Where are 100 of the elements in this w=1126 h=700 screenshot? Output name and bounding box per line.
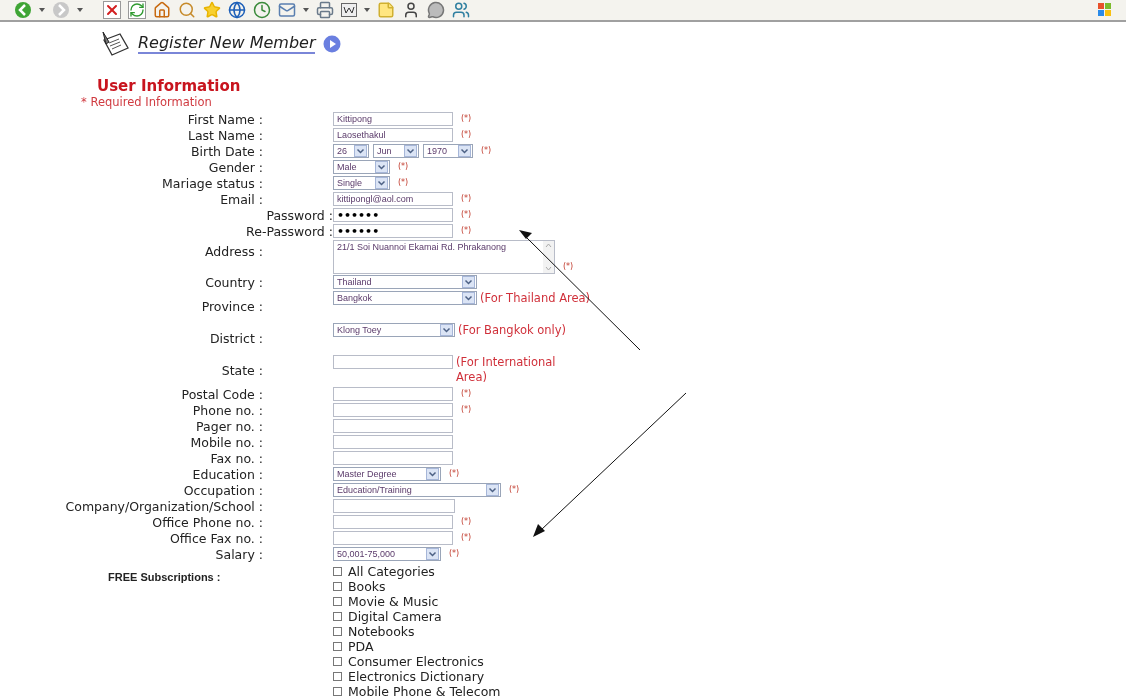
dropdown[interactable]: 1970 bbox=[423, 144, 473, 158]
dropdown-arrow-icon[interactable] bbox=[354, 145, 367, 157]
password-field[interactable]: •••••• bbox=[333, 224, 453, 238]
field-label: Occupation : bbox=[183, 483, 263, 498]
field-label: First Name : bbox=[187, 112, 263, 127]
subscription-option[interactable]: Mobile Phone & Telecom bbox=[333, 684, 501, 699]
windows-logo-icon bbox=[1098, 3, 1112, 17]
required-mark: (*) bbox=[509, 484, 520, 496]
subscription-option[interactable]: Electronics Dictionary bbox=[333, 669, 501, 684]
dropdown-arrow-icon[interactable] bbox=[426, 468, 439, 480]
globe-icon[interactable] bbox=[228, 1, 246, 19]
password-field[interactable]: •••••• bbox=[333, 208, 453, 222]
required-mark: (*) bbox=[461, 225, 472, 237]
field-note: (For Bangkok only) bbox=[458, 323, 568, 338]
field-label: Phone no. : bbox=[192, 403, 263, 418]
text-field[interactable]: kittipongl@aol.com bbox=[333, 192, 453, 206]
text-field[interactable] bbox=[333, 419, 453, 433]
caret-icon[interactable] bbox=[77, 8, 83, 12]
page-title-link[interactable]: Register New Member bbox=[138, 34, 316, 54]
printer-icon[interactable] bbox=[316, 1, 334, 19]
field-label: Pager no. : bbox=[196, 419, 263, 434]
text-field[interactable] bbox=[333, 531, 453, 545]
subscription-option[interactable]: Consumer Electronics bbox=[333, 654, 501, 669]
back-icon[interactable] bbox=[14, 1, 32, 19]
chat-icon[interactable] bbox=[427, 1, 445, 19]
subscription-option[interactable]: PDA bbox=[333, 639, 501, 654]
field-label: State : bbox=[221, 363, 263, 378]
text-field[interactable] bbox=[333, 403, 453, 417]
dropdown-arrow-icon[interactable] bbox=[375, 161, 388, 173]
field-label: Postal Code : bbox=[181, 387, 263, 402]
subscription-option[interactable]: Movie & Music bbox=[333, 594, 501, 609]
field-label: Salary : bbox=[215, 547, 263, 562]
dropdown-arrow-icon[interactable] bbox=[486, 484, 499, 496]
text-field[interactable]: Laosethakul bbox=[333, 128, 453, 142]
dropdown-arrow-icon[interactable] bbox=[375, 177, 388, 189]
dropdown[interactable]: Jun bbox=[373, 144, 419, 158]
dropdown-arrow-icon[interactable] bbox=[440, 324, 453, 336]
checkbox[interactable] bbox=[333, 672, 342, 681]
home-icon[interactable] bbox=[153, 1, 171, 19]
required-mark: (*) bbox=[398, 177, 409, 189]
caret-icon[interactable] bbox=[39, 8, 45, 12]
checkbox[interactable] bbox=[333, 642, 342, 651]
required-mark: (*) bbox=[461, 532, 472, 544]
person-icon[interactable] bbox=[402, 1, 420, 19]
field-label: Office Fax no. : bbox=[169, 531, 263, 546]
caret-icon[interactable] bbox=[303, 8, 309, 12]
refresh-icon[interactable] bbox=[128, 1, 146, 19]
field-label: Last Name : bbox=[187, 128, 263, 143]
checkbox[interactable] bbox=[333, 567, 342, 576]
edit-icon[interactable] bbox=[341, 3, 357, 17]
checkbox[interactable] bbox=[333, 612, 342, 621]
history-icon[interactable] bbox=[253, 1, 271, 19]
required-mark: (*) bbox=[398, 161, 409, 173]
stop-icon[interactable] bbox=[103, 1, 121, 19]
dropdown-arrow-icon[interactable] bbox=[458, 145, 471, 157]
mail-icon[interactable] bbox=[278, 1, 296, 19]
field-label: Office Phone no. : bbox=[152, 515, 263, 530]
checkbox[interactable] bbox=[333, 597, 342, 606]
subscription-option[interactable]: Books bbox=[333, 579, 501, 594]
dropdown[interactable]: Bangkok bbox=[333, 291, 477, 305]
field-label: FREE Subscriptions : bbox=[108, 571, 221, 583]
dropdown[interactable]: Male bbox=[333, 160, 390, 174]
scrollbar-drawing bbox=[543, 241, 554, 273]
dropdown[interactable]: Klong Toey bbox=[333, 323, 455, 337]
text-field[interactable] bbox=[333, 515, 453, 529]
subscription-option[interactable]: Digital Camera bbox=[333, 609, 501, 624]
required-mark: (*) bbox=[481, 145, 492, 157]
dropdown[interactable]: Single bbox=[333, 176, 390, 190]
field-label: Gender : bbox=[208, 160, 263, 175]
dropdown-arrow-icon[interactable] bbox=[462, 276, 475, 288]
search-icon[interactable] bbox=[178, 1, 196, 19]
address-textarea[interactable]: 21/1 Soi Nuannoi Ekamai Rd. Phrakanong bbox=[333, 240, 555, 274]
checkbox[interactable] bbox=[333, 627, 342, 636]
text-field[interactable] bbox=[333, 451, 453, 465]
dropdown[interactable]: 50,001-75,000 bbox=[333, 547, 441, 561]
people-icon[interactable] bbox=[452, 1, 470, 19]
dropdown[interactable]: 26 bbox=[333, 144, 369, 158]
text-field[interactable] bbox=[333, 387, 453, 401]
text-field[interactable] bbox=[333, 499, 455, 513]
checkbox[interactable] bbox=[333, 657, 342, 666]
star-icon[interactable] bbox=[203, 1, 221, 19]
caret-icon[interactable] bbox=[364, 8, 370, 12]
subscription-option[interactable]: Notebooks bbox=[333, 624, 501, 639]
required-mark: (*) bbox=[461, 193, 472, 205]
dropdown-arrow-icon[interactable] bbox=[426, 548, 439, 560]
checkbox[interactable] bbox=[333, 582, 342, 591]
field-label: Company/Organization/School : bbox=[65, 499, 263, 514]
checkbox[interactable] bbox=[333, 687, 342, 696]
dropdown[interactable]: Thailand bbox=[333, 275, 477, 289]
text-field[interactable] bbox=[333, 435, 453, 449]
dropdown-arrow-icon[interactable] bbox=[404, 145, 417, 157]
dropdown[interactable]: Education/Training bbox=[333, 483, 501, 497]
required-mark: (*) bbox=[449, 548, 460, 560]
required-mark: (*) bbox=[461, 113, 472, 125]
text-field[interactable] bbox=[333, 355, 453, 369]
text-field[interactable]: Kittipong bbox=[333, 112, 453, 126]
dropdown[interactable]: Master Degree bbox=[333, 467, 441, 481]
subscription-option[interactable]: All Categories bbox=[333, 564, 501, 579]
dropdown-arrow-icon[interactable] bbox=[462, 292, 475, 304]
field-label: Fax no. : bbox=[210, 451, 263, 466]
